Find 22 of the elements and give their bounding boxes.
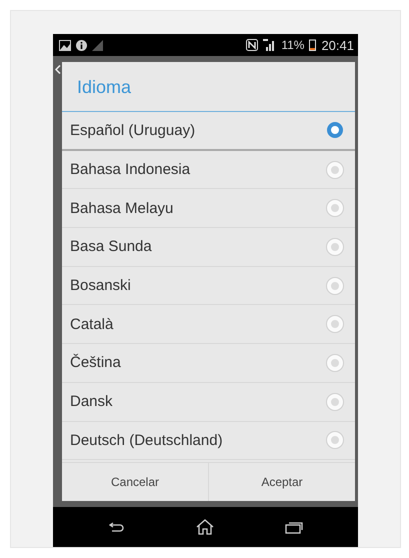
language-option[interactable]: Čeština [62, 344, 355, 383]
recent-apps-icon[interactable] [284, 520, 302, 534]
battery-icon [309, 39, 316, 51]
language-option[interactable]: Bosanski [62, 266, 355, 306]
language-option[interactable]: Deutsch (Deutschland) [62, 422, 355, 460]
back-icon[interactable] [108, 522, 124, 532]
language-option[interactable]: Español (Uruguay) [62, 112, 355, 151]
clock-time: 20:41 [321, 38, 354, 52]
radio-button[interactable] [327, 122, 343, 138]
signal-icon [92, 40, 103, 50]
language-option[interactable]: Basa Sunda [62, 228, 355, 267]
image-icon [59, 40, 71, 50]
language-option[interactable]: Bahasa Melayu [62, 189, 355, 228]
battery-percent: 11% [281, 38, 304, 52]
signal-icon [263, 39, 276, 51]
language-option[interactable]: Bahasa Indonesia [62, 150, 355, 190]
dialog-title: Idioma [62, 62, 355, 112]
nfc-icon [246, 39, 258, 51]
language-option[interactable]: Dansk [62, 382, 355, 422]
info-icon [76, 40, 87, 50]
language-option[interactable]: Català [62, 305, 355, 344]
home-icon[interactable] [196, 519, 214, 535]
